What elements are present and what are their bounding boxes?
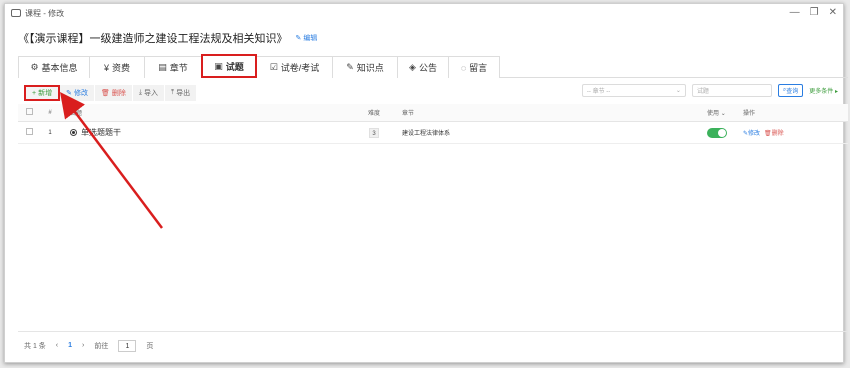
row-num: 1 <box>48 129 52 136</box>
header-use[interactable]: 使用 ⌄ <box>707 108 743 117</box>
course-title: 《【演示课程】一级建造师之建设工程法规及相关知识》 <box>18 33 288 45</box>
row-chapter: 建设工程法律体系 <box>402 131 451 137</box>
more-conditions-link[interactable]: 更多条件 ▸ <box>809 86 838 95</box>
plus-icon: + <box>32 89 37 97</box>
table-row: 1 单选题题干 3 建设工程法律体系 ✎修改 🗑删除 <box>18 122 848 144</box>
tab-chapters[interactable]: ▤ 章节 <box>144 56 202 78</box>
row-edit-label: 修改 <box>748 131 761 137</box>
new-label: 新增 <box>38 90 53 97</box>
gear-icon: ⚙ <box>30 62 39 72</box>
question-icon: ▣ <box>214 60 223 71</box>
tab-label: 留言 <box>469 63 488 73</box>
tab-notices[interactable]: ◈ 公告 <box>397 56 449 78</box>
edit-icon: ✎ <box>66 90 72 97</box>
course-edit-label: 编辑 <box>303 35 318 42</box>
app-icon <box>11 9 21 17</box>
title-bar: 课程 - 修改 <box>5 4 843 22</box>
header-op: 操作 <box>743 111 756 117</box>
row-title[interactable]: 单选题题干 <box>81 127 121 138</box>
knowledge-icon: ✎ <box>346 62 354 72</box>
tab-messages[interactable]: ◌ 留言 <box>448 56 500 78</box>
import-label: 导入 <box>143 90 158 97</box>
chevron-down-icon: ⌄ <box>720 111 726 117</box>
app-window: 课程 - 修改 — ❐ ✕ 《【演示课程】一级建造师之建设工程法规及相关知识》 … <box>4 3 848 363</box>
use-toggle[interactable] <box>707 127 727 138</box>
export-icon: ⤒ <box>170 89 175 96</box>
header-use-label: 使用 <box>707 111 720 117</box>
goto-page-input[interactable]: 1 <box>118 339 137 352</box>
money-icon: ¥ <box>103 62 109 73</box>
select-all-checkbox[interactable] <box>26 108 33 115</box>
close-button[interactable]: ✕ <box>829 7 837 18</box>
maximize-button[interactable]: ❐ <box>810 7 819 18</box>
tab-questions[interactable]: ▣ 试题 <box>201 54 257 78</box>
tab-knowledge[interactable]: ✎ 知识点 <box>332 56 398 78</box>
pagination: 共 1 条 ‹ 1 › 前往 1 页 <box>18 331 848 359</box>
chapter-icon: ▤ <box>158 62 167 72</box>
export-label: 导出 <box>176 90 191 97</box>
filter-bar: -- 章节 -- ⌄ 试题 ⌕ 查询 更多条件 ▸ <box>581 84 838 97</box>
chapter-select[interactable]: -- 章节 -- ⌄ <box>581 84 686 97</box>
current-page[interactable]: 1 <box>68 342 72 349</box>
minimize-button[interactable]: — <box>790 7 800 18</box>
single-choice-icon <box>70 129 77 136</box>
chapter-select-value: -- 章节 -- <box>586 89 611 95</box>
tab-label: 基本信息 <box>41 63 78 73</box>
modify-label: 修改 <box>73 90 88 97</box>
message-icon: ◌ <box>460 62 467 73</box>
search-input[interactable]: 试题 <box>691 84 772 97</box>
tab-label: 资费 <box>112 63 131 73</box>
row-delete-label: 删除 <box>771 131 784 137</box>
table-header: # 试题 难度 章节 使用 ⌄ 操作 <box>18 104 848 122</box>
more-label: 更多条件 <box>809 89 834 95</box>
tab-label: 试题 <box>225 61 244 72</box>
query-label: 查询 <box>786 89 799 95</box>
tab-label: 试卷/考试 <box>280 63 320 73</box>
tab-basic-info[interactable]: ⚙ 基本信息 <box>18 56 90 78</box>
toolbar: + 新增 ✎ 修改 🗑 删除 ⤓ 导入 ⤒ 导出 -- 章节 -- ⌄ 试题 ⌕ 查询 更多条… <box>18 84 848 102</box>
trash-icon: 🗑 <box>100 90 110 97</box>
tab-label: 知识点 <box>356 63 384 73</box>
delete-label: 删除 <box>111 90 126 97</box>
header-num: # <box>48 109 52 116</box>
window-controls: — ❐ ✕ <box>790 7 837 18</box>
delete-button[interactable]: 🗑 删除 <box>94 85 133 101</box>
tab-exams[interactable]: ☑ 试卷/考试 <box>256 56 333 78</box>
header-chapter: 章节 <box>402 111 415 117</box>
page-unit: 页 <box>146 342 154 350</box>
prev-page-button[interactable]: ‹ <box>56 342 58 349</box>
questions-table: # 试题 难度 章节 使用 ⌄ 操作 1 单选题题干 3 建设工程法律体系 ✎修… <box>18 104 848 144</box>
export-button[interactable]: ⤒ 导出 <box>164 85 198 101</box>
row-edit-link[interactable]: ✎修改 <box>743 128 760 137</box>
header-difficulty: 难度 <box>367 111 380 117</box>
trash-icon: 🗑 <box>764 131 772 137</box>
exam-icon: ☑ <box>269 62 278 72</box>
chevron-down-icon: ⌄ <box>675 88 681 94</box>
header-title: 试题 <box>70 111 83 117</box>
row-delete-link[interactable]: 🗑删除 <box>764 128 784 137</box>
tab-bar: ⚙ 基本信息 ¥ 资费 ▤ 章节 ▣ 试题 ☑ 试卷/考试 ✎ 知识点 ◈ 公告 ◌ 留言 <box>18 54 848 78</box>
new-button[interactable]: + 新增 <box>24 85 61 101</box>
course-header: 《【演示课程】一级建造师之建设工程法规及相关知识》 ✎ 编辑 <box>18 30 317 46</box>
total-count: 共 1 条 <box>24 342 46 350</box>
goto-label: 前往 <box>94 342 109 350</box>
row-difficulty: 3 <box>369 127 379 138</box>
next-page-button[interactable]: › <box>82 342 84 349</box>
import-icon: ⤓ <box>138 89 142 96</box>
window-title: 课程 - 修改 <box>25 8 65 18</box>
tab-label: 公告 <box>418 63 437 73</box>
import-button[interactable]: ⤓ 导入 <box>132 85 165 101</box>
tab-fees[interactable]: ¥ 资费 <box>89 56 145 78</box>
tab-label: 章节 <box>169 63 188 73</box>
search-input-placeholder: 试题 <box>696 89 709 95</box>
notice-icon: ◈ <box>409 62 416 72</box>
course-edit-link[interactable]: ✎ 编辑 <box>296 33 318 43</box>
modify-button[interactable]: ✎ 修改 <box>60 85 95 101</box>
row-checkbox[interactable] <box>26 128 33 135</box>
query-button[interactable]: ⌕ 查询 <box>777 84 804 97</box>
